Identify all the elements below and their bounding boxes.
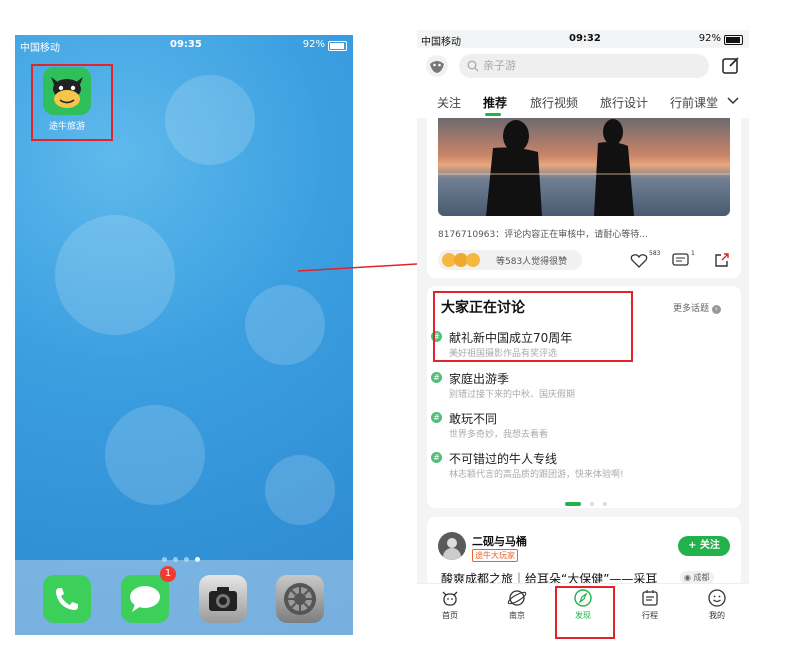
- tab-pretrip-class[interactable]: 行前课堂: [670, 94, 718, 111]
- silhouette-image: [438, 119, 730, 216]
- nav-label: 行程: [642, 611, 658, 620]
- tab-travel-design[interactable]: 旅行设计: [600, 94, 648, 111]
- search-bar[interactable]: 亲子游: [459, 54, 709, 78]
- chevron-right-icon: ›: [711, 305, 721, 314]
- topic-title: 不可错过的牛人专线: [449, 452, 558, 466]
- top-bar: 亲子游: [417, 48, 749, 86]
- topic-subtitle: 世界多奇妙，我想去看看: [449, 430, 549, 440]
- category-tabs: 关注 推荐 旅行视频 旅行设计 行前课堂: [417, 86, 749, 118]
- highlight-box-discussion: [433, 291, 633, 362]
- compose-icon[interactable]: [721, 55, 741, 75]
- topic-subtitle: 林志颖代言的高品质的跟团游，快来体验啊!: [449, 470, 624, 480]
- post-photo[interactable]: [438, 118, 730, 216]
- location-label: 成都: [693, 573, 710, 582]
- nav-mine[interactable]: 我的: [697, 588, 737, 621]
- likes-pill[interactable]: 等583人觉得很赞: [438, 250, 582, 270]
- globe-icon: [507, 590, 527, 606]
- nav-itinerary[interactable]: 行程: [630, 588, 670, 621]
- search-placeholder: 亲子游: [483, 59, 516, 72]
- nav-label: 我的: [709, 611, 725, 620]
- hashtag-icon: #: [431, 372, 442, 383]
- carousel-dot: [603, 502, 608, 506]
- topic-title: 家庭出游季: [449, 372, 510, 386]
- avatar[interactable]: [438, 532, 466, 560]
- topic-subtitle: 别错过接下来的中秋、国庆假期: [449, 390, 576, 400]
- carousel-dot-active: [565, 502, 581, 506]
- hashtag-icon: #: [431, 412, 442, 423]
- user-name: 二砚与马桶: [472, 535, 527, 548]
- nav-home[interactable]: 首页: [430, 588, 470, 621]
- cow-icon: [442, 591, 458, 606]
- nav-nanjing[interactable]: 南京: [497, 588, 537, 621]
- post-comment: 8176710963：评论内容正在审核中，请耐心等待...: [438, 230, 648, 240]
- like-count: 583: [649, 250, 661, 257]
- carousel-indicator: [565, 491, 608, 510]
- carousel-dot: [590, 502, 595, 506]
- clock: 09:32: [569, 33, 601, 44]
- tab-recommend[interactable]: 推荐: [483, 94, 507, 111]
- highlight-box-discover-tab: [555, 586, 615, 639]
- tab-travel-video[interactable]: 旅行视频: [530, 94, 578, 111]
- battery-percent: 92%: [698, 33, 721, 44]
- avatar: [466, 253, 480, 267]
- topic-title: 敢玩不同: [449, 412, 498, 426]
- follow-button[interactable]: + 关注: [678, 536, 730, 556]
- user-tag-badge: 途牛大玩家: [472, 549, 518, 562]
- hashtag-icon: #: [431, 452, 442, 463]
- share-icon[interactable]: [714, 252, 730, 268]
- smile-icon: [708, 589, 726, 607]
- battery-icon: [724, 35, 743, 45]
- comment-count: 1: [691, 250, 695, 257]
- likes-text: 等583人觉得很赞: [496, 257, 568, 267]
- status-bar: 中国移动 09:32 92%: [417, 30, 749, 48]
- nav-label: 南京: [509, 611, 525, 620]
- search-icon: [467, 60, 479, 72]
- carrier-label: 中国移动: [421, 37, 461, 48]
- nav-label: 首页: [442, 611, 458, 620]
- mascot-icon[interactable]: [425, 54, 449, 78]
- location-pin-icon: ◉: [684, 573, 691, 582]
- calendar-icon: [642, 590, 658, 606]
- more-topics-link[interactable]: 更多话题 ›: [673, 301, 721, 314]
- more-topics-label: 更多话题: [673, 304, 710, 314]
- comment-icon[interactable]: [672, 253, 690, 269]
- active-tab-indicator: [485, 113, 501, 116]
- tab-follow[interactable]: 关注: [437, 94, 461, 111]
- heart-icon[interactable]: [630, 253, 648, 269]
- chevron-down-icon[interactable]: [727, 96, 739, 106]
